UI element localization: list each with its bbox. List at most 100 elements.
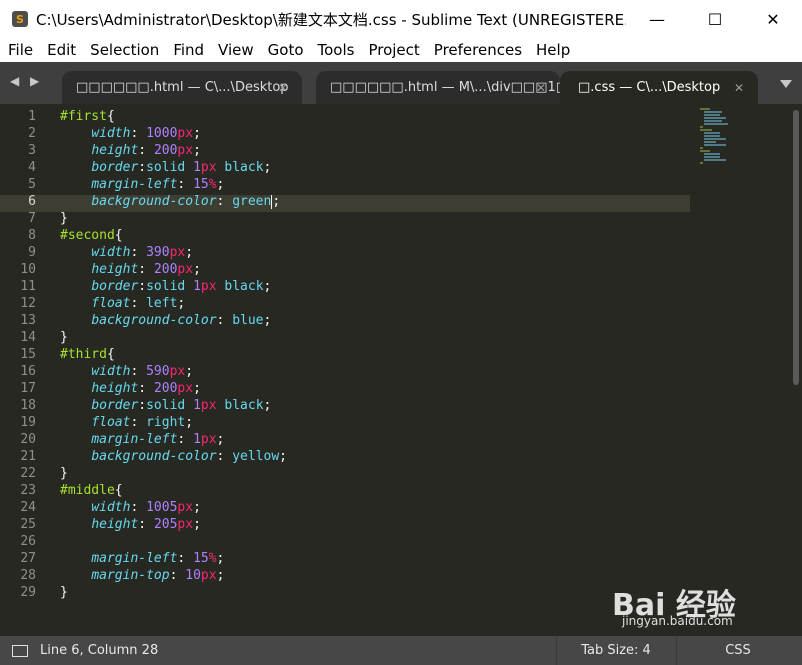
code-line: border:solid 1px black;	[91, 398, 272, 413]
line-number: 21	[20, 449, 36, 464]
tab-close-icon[interactable]: ✕	[278, 81, 288, 95]
code-line: width: 1005px;	[91, 500, 201, 515]
code-line: border:solid 1px black;	[91, 279, 272, 294]
line-number: 1	[28, 109, 36, 124]
code-line: width: 590px;	[91, 364, 194, 379]
line-number: 13	[20, 313, 36, 328]
tab-strip: ◀ ▶ □□□□□□.html — C\...\Desktop ✕ □□□□□□…	[0, 62, 802, 104]
menu-tools[interactable]: Tools	[310, 38, 361, 62]
line-number: 12	[20, 296, 36, 311]
code-line: margin-left: 1px;	[91, 432, 225, 447]
menu-file[interactable]: File	[0, 38, 39, 62]
minimap-line	[700, 147, 703, 149]
minimap-line	[700, 129, 712, 131]
line-number: 18	[20, 398, 36, 413]
minimap-line	[704, 144, 726, 146]
panel-toggle-icon[interactable]	[12, 644, 28, 657]
tab-file-2[interactable]: □□□□□□.html — M\...\div□□□1□ ✕	[316, 71, 560, 104]
app-icon-glyph: S	[16, 12, 24, 26]
sublime-window: S C:\Users\Administrator\Desktop\新建文本文档.…	[0, 0, 802, 665]
line-number: 26	[20, 534, 36, 549]
scrollbar-thumb[interactable]	[793, 110, 799, 385]
line-number: 15	[20, 347, 36, 362]
minimap-line	[700, 162, 703, 164]
menu-edit[interactable]: Edit	[39, 38, 82, 62]
minimap-line	[704, 135, 720, 137]
window-controls: — ☐ ✕	[628, 0, 802, 38]
close-button[interactable]: ✕	[744, 0, 802, 38]
line-number: 27	[20, 551, 36, 566]
syntax-selector[interactable]: CSS	[676, 636, 799, 665]
code-line: background-color: blue;	[91, 313, 272, 328]
line-number: 28	[20, 568, 36, 583]
status-bar: Line 6, Column 28 Tab Size: 4 CSS	[0, 636, 802, 665]
code-line: height: 200px;	[91, 143, 201, 158]
vertical-scrollbar[interactable]	[790, 104, 802, 636]
line-number: 19	[20, 415, 36, 430]
editor-area[interactable]: 1 2 3 4 5 6 7 8 9 10 11 12 13 14 15 16 17 18 19 20 21 22 23 24 2…	[0, 104, 802, 636]
line-number: 22	[20, 466, 36, 481]
cursor-position: Line 6, Column 28	[40, 643, 159, 658]
menu-find[interactable]: Find	[165, 38, 210, 62]
line-number: 10	[20, 262, 36, 277]
title-bar: S C:\Users\Administrator\Desktop\新建文本文档.…	[0, 0, 802, 38]
minimap-line	[704, 120, 722, 122]
tab-label: □□□□□□.html — C\...\Desktop	[76, 80, 289, 95]
line-number: 17	[20, 381, 36, 396]
minimap-line	[704, 153, 720, 155]
menu-preferences[interactable]: Preferences	[426, 38, 528, 62]
minimap-line	[704, 141, 716, 143]
line-number: 24	[20, 500, 36, 515]
minimize-button[interactable]: —	[628, 0, 686, 38]
menu-project[interactable]: Project	[360, 38, 425, 62]
tab-file-3-active[interactable]: □.css — C\...\Desktop ✕	[560, 71, 758, 104]
code-line: margin-left: 15%;	[91, 551, 225, 566]
tab-close-icon[interactable]: ✕	[734, 81, 744, 95]
menu-help[interactable]: Help	[528, 38, 576, 62]
code-line: height: 200px;	[91, 381, 201, 396]
minimap-line	[700, 150, 710, 152]
line-number: 2	[28, 126, 36, 141]
menu-goto[interactable]: Goto	[260, 38, 310, 62]
line-number: 20	[20, 432, 36, 447]
code-line: float: right;	[91, 415, 194, 430]
code-line: }	[60, 466, 68, 481]
watermark-url: jingyan.baidu.com	[622, 614, 733, 628]
tab-dropdown-icon[interactable]	[780, 80, 792, 88]
tab-nav-left-icon[interactable]: ◀	[10, 74, 19, 88]
minimap-line	[704, 123, 728, 125]
code-line: #first{	[60, 109, 115, 124]
tab-file-1[interactable]: □□□□□□.html — C\...\Desktop ✕	[62, 71, 302, 104]
minimap-line	[704, 111, 722, 113]
code-line: width: 390px;	[91, 245, 194, 260]
maximize-button[interactable]: ☐	[686, 0, 744, 38]
minimap-line	[704, 132, 720, 134]
window-title: C:\Users\Administrator\Desktop\新建文本文档.cs…	[36, 10, 626, 29]
minimap-line	[704, 138, 726, 140]
minimap[interactable]	[700, 108, 740, 178]
status-position: Line 6, Column 28	[12, 643, 158, 658]
tab-close-icon[interactable]: ✕	[536, 81, 546, 95]
code-line: background-color: yellow;	[91, 449, 287, 464]
menu-bar: File Edit Selection Find View Goto Tools…	[0, 38, 802, 62]
line-number: 14	[20, 330, 36, 345]
code-line: #third{	[60, 347, 115, 362]
line-number: 16	[20, 364, 36, 379]
code-line: height: 200px;	[91, 262, 201, 277]
code-line: margin-top: 10px;	[91, 568, 225, 583]
menu-view[interactable]: View	[210, 38, 260, 62]
baidu-jingyan-watermark: Bai 经验 jingyan.baidu.com	[612, 580, 792, 630]
code-line: float: left;	[91, 296, 186, 311]
line-number: 3	[28, 143, 36, 158]
text-caret	[271, 194, 273, 209]
line-number: 25	[20, 517, 36, 532]
code-line: height: 205px;	[91, 517, 201, 532]
code-line: border:solid 1px black;	[91, 160, 272, 175]
tab-nav-right-icon[interactable]: ▶	[30, 74, 39, 88]
code-content[interactable]: #first{ width: 1000px; height: 200px; bo…	[60, 108, 690, 601]
menu-selection[interactable]: Selection	[82, 38, 165, 62]
line-number-gutter: 1 2 3 4 5 6 7 8 9 10 11 12 13 14 15 16 17 18 19 20 21 22 23 24 2…	[0, 108, 50, 601]
line-number: 11	[20, 279, 36, 294]
tab-size-selector[interactable]: Tab Size: 4	[556, 636, 675, 665]
